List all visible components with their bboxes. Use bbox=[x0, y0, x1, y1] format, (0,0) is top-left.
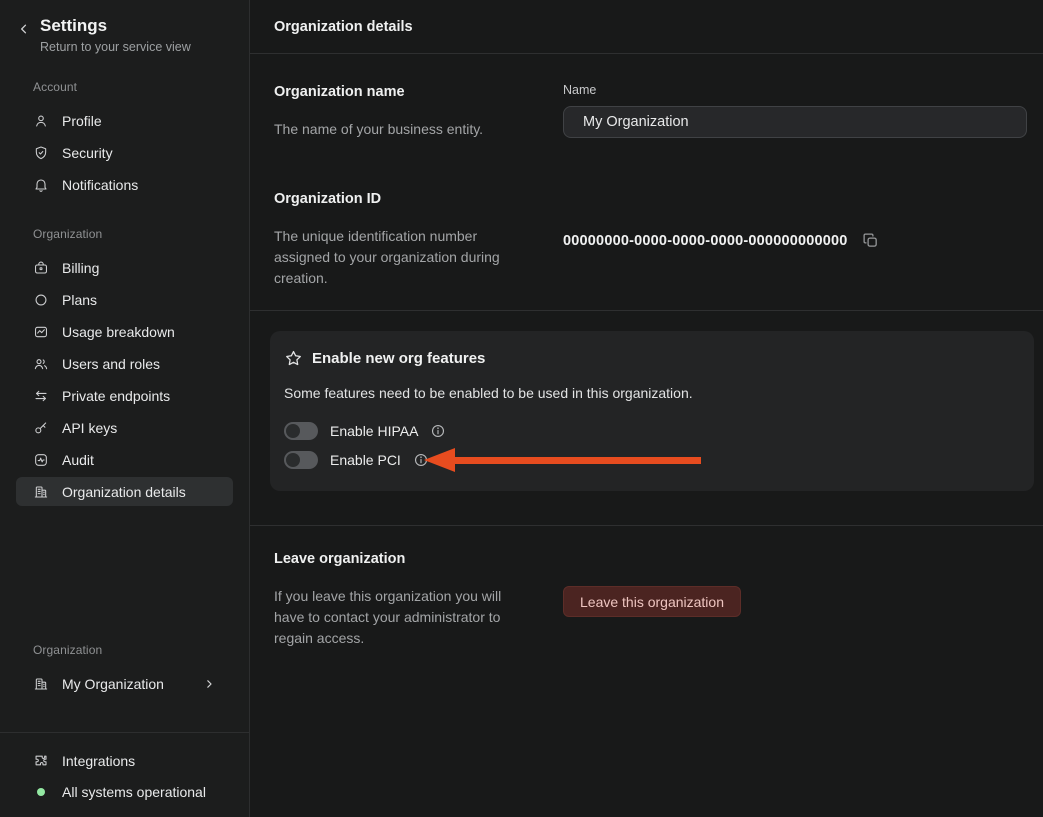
star-icon bbox=[284, 349, 303, 368]
sidebar-item-notifications[interactable]: Notifications bbox=[16, 169, 233, 201]
settings-sidebar: Settings Return to your service view Acc… bbox=[0, 0, 250, 817]
system-status-label: All systems operational bbox=[62, 784, 206, 800]
pci-toggle-label: Enable PCI bbox=[330, 452, 401, 468]
sidebar-item-label: Usage breakdown bbox=[62, 324, 175, 340]
status-green-dot-icon bbox=[37, 788, 45, 796]
sidebar-item-plans[interactable]: Plans bbox=[16, 284, 233, 316]
hipaa-toggle-row: Enable HIPAA bbox=[284, 422, 1020, 440]
sidebar-item-label: Security bbox=[62, 145, 113, 161]
copy-icon[interactable] bbox=[862, 232, 879, 249]
shield-check-icon bbox=[33, 145, 49, 161]
org-id-section: Organization ID The unique identificatio… bbox=[250, 189, 1043, 289]
red-annotation-arrow bbox=[424, 448, 701, 472]
sidebar-item-label: Private endpoints bbox=[62, 388, 170, 404]
org-id-description: The unique identification number assigne… bbox=[274, 226, 525, 289]
enable-features-card: Enable new org features Some features ne… bbox=[270, 331, 1034, 491]
org-switcher-label: Organization bbox=[0, 643, 249, 657]
back-chevron-icon[interactable] bbox=[15, 18, 33, 40]
sidebar-spacer bbox=[0, 508, 249, 617]
sidebar-item-label: Billing bbox=[62, 260, 99, 276]
enable-hipaa-toggle[interactable] bbox=[284, 422, 318, 440]
building-icon bbox=[33, 676, 49, 692]
features-card-description: Some features need to be enabled to be u… bbox=[284, 384, 1020, 403]
pulse-icon bbox=[33, 452, 49, 468]
chevron-right-icon bbox=[202, 677, 216, 691]
sidebar-item-api-keys[interactable]: API keys bbox=[16, 412, 233, 444]
org-switcher[interactable]: My Organization bbox=[16, 668, 233, 700]
org-switcher-name: My Organization bbox=[62, 676, 164, 692]
puzzle-icon bbox=[33, 753, 49, 769]
info-icon[interactable] bbox=[413, 452, 429, 468]
sidebar-item-profile[interactable]: Profile bbox=[16, 105, 233, 137]
leave-org-description: If you leave this organization you will … bbox=[274, 586, 525, 649]
sidebar-item-audit[interactable]: Audit bbox=[16, 444, 233, 476]
user-icon bbox=[33, 113, 49, 129]
sidebar-item-label: Audit bbox=[62, 452, 94, 468]
chart-icon bbox=[33, 324, 49, 340]
sidebar-item-usage-breakdown[interactable]: Usage breakdown bbox=[16, 316, 233, 348]
sidebar-item-integrations[interactable]: Integrations bbox=[16, 745, 233, 776]
circle-icon bbox=[33, 292, 49, 308]
sidebar-item-label: Organization details bbox=[62, 484, 186, 500]
wallet-icon bbox=[33, 260, 49, 276]
sidebar-item-label: Notifications bbox=[62, 177, 138, 193]
sidebar-item-label: Plans bbox=[62, 292, 97, 308]
sidebar-item-private-endpoints[interactable]: Private endpoints bbox=[16, 380, 233, 412]
org-name-section: Organization name The name of your busin… bbox=[250, 54, 1043, 140]
org-id-heading: Organization ID bbox=[274, 189, 525, 209]
sidebar-item-users-and-roles[interactable]: Users and roles bbox=[16, 348, 233, 380]
arrow-tail bbox=[455, 457, 701, 464]
org-name-description: The name of your business entity. bbox=[274, 119, 525, 140]
sidebar-item-label: Integrations bbox=[62, 753, 135, 769]
features-card-title: Enable new org features bbox=[312, 350, 485, 367]
hipaa-toggle-label: Enable HIPAA bbox=[330, 423, 418, 439]
sidebar-footer: Integrations All systems operational bbox=[0, 732, 249, 817]
building-icon bbox=[33, 484, 49, 500]
org-id-value: 00000000-0000-0000-0000-000000000000 bbox=[563, 233, 848, 249]
name-field-label: Name bbox=[563, 82, 1027, 98]
section-divider bbox=[250, 525, 1043, 526]
sidebar-title: Settings bbox=[40, 15, 191, 37]
org-name-heading: Organization name bbox=[274, 82, 525, 102]
main-panel: Organization details Organization name T… bbox=[250, 0, 1043, 817]
bell-icon bbox=[33, 177, 49, 193]
section-divider bbox=[250, 310, 1043, 311]
sidebar-item-organization-details[interactable]: Organization details bbox=[16, 477, 233, 506]
org-name-input[interactable] bbox=[563, 106, 1027, 138]
page-header: Organization details bbox=[250, 0, 1043, 54]
leave-organization-button[interactable]: Leave this organization bbox=[563, 586, 741, 617]
sidebar-item-label: API keys bbox=[62, 420, 117, 436]
sidebar-item-label: Profile bbox=[62, 113, 102, 129]
leave-org-section: Leave organization If you leave this org… bbox=[250, 549, 1043, 649]
sidebar-item-security[interactable]: Security bbox=[16, 137, 233, 169]
swap-arrows-icon bbox=[33, 388, 49, 404]
sidebar-header: Settings Return to your service view bbox=[0, 0, 249, 54]
system-status-link[interactable]: All systems operational bbox=[16, 776, 233, 807]
users-icon bbox=[33, 356, 49, 372]
info-icon[interactable] bbox=[430, 423, 446, 439]
section-label-account: Account bbox=[0, 80, 249, 94]
page-title: Organization details bbox=[274, 19, 413, 35]
pci-toggle-row: Enable PCI bbox=[284, 451, 1020, 469]
leave-org-heading: Leave organization bbox=[274, 549, 525, 569]
sidebar-item-billing[interactable]: Billing bbox=[16, 252, 233, 284]
enable-pci-toggle[interactable] bbox=[284, 451, 318, 469]
sidebar-subtitle[interactable]: Return to your service view bbox=[40, 40, 191, 54]
section-label-organization: Organization bbox=[0, 227, 249, 241]
key-icon bbox=[33, 420, 49, 436]
sidebar-item-label: Users and roles bbox=[62, 356, 160, 372]
